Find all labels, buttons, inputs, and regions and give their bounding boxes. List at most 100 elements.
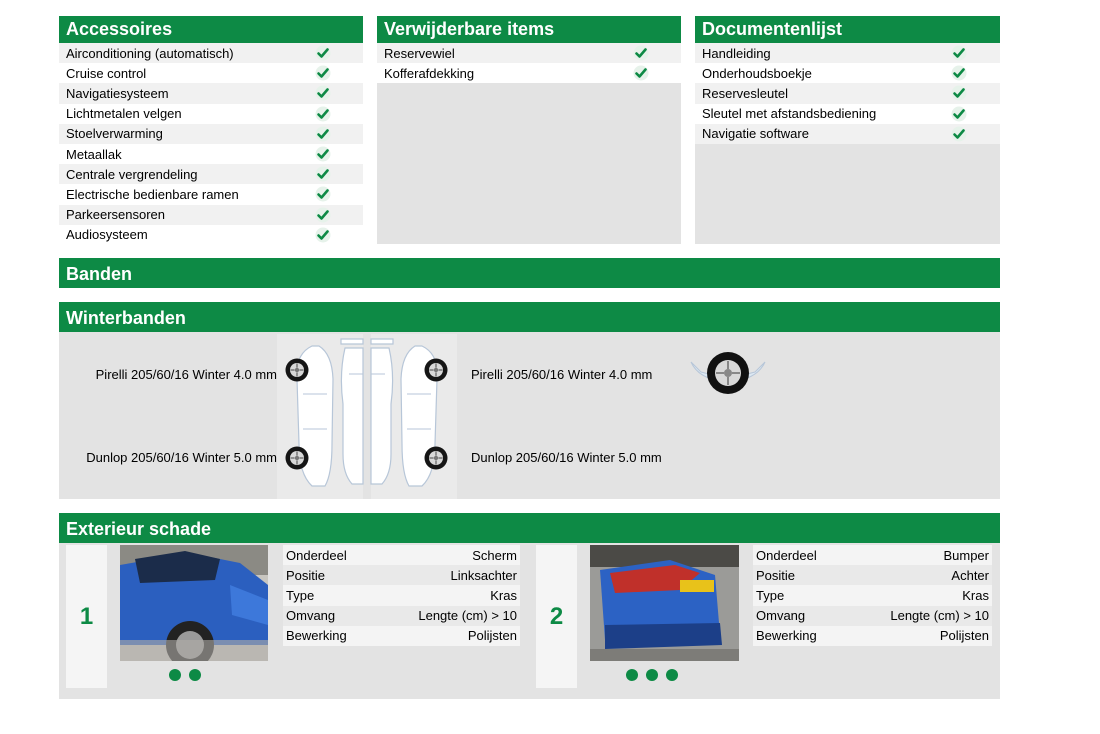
check-icon [315, 126, 331, 142]
item-label: Handleiding [702, 45, 771, 61]
row-label: Type [756, 587, 785, 603]
table-row: Positie Linksachter [283, 565, 520, 586]
item-label: Navigatiesysteem [66, 85, 169, 101]
damage-details: Onderdeel Scherm Positie Linksachter Type K… [283, 545, 520, 646]
documenten-list: Handleiding Onderhoudsboekje Reservesleu… [695, 43, 1000, 244]
spare-wheel-icon [689, 350, 767, 396]
row-label: Omvang [756, 608, 806, 624]
list-item: Airconditioning (automatisch) [59, 43, 363, 64]
row-value: Achter [951, 567, 989, 583]
accessoires-title: Accessoires [59, 16, 363, 43]
photo-dot[interactable] [646, 669, 658, 681]
check-icon [951, 85, 967, 101]
check-icon [633, 45, 649, 61]
tire-front-left-label: Pirelli 205/60/16 Winter 4.0 mm [95, 367, 277, 382]
item-label: Stoelverwarming [66, 126, 163, 142]
list-item: Kofferafdekking [377, 63, 681, 84]
accessoires-panel: Accessoires Airconditioning (automatisch… [59, 16, 363, 245]
winterbanden-title: Winterbanden [59, 302, 1000, 332]
table-row: Type Kras [283, 585, 520, 606]
row-label: Bewerking [756, 628, 817, 644]
list-item: Navigatiesysteem [59, 83, 363, 104]
table-row: Bewerking Polijsten [283, 625, 520, 646]
damage-photo[interactable] [120, 545, 268, 661]
winterbanden-panel: Winterbanden Pirelli 205/60/16 Winter 4.… [59, 302, 1000, 499]
check-icon [633, 65, 649, 81]
accessoires-list: Airconditioning (automatisch) Cruise con… [59, 43, 363, 245]
list-item: Navigatie software [695, 123, 1000, 144]
exterieur-body: 1 Onderdeel Scherm Positie Linksachter Typ… [59, 543, 1000, 699]
table-row: Omvang Lengte (cm) > 10 [283, 605, 520, 626]
list-item: Parkeersensoren [59, 204, 363, 225]
exterieur-panel: Exterieur schade 1 Onderdeel Scherm Posit… [59, 513, 1000, 699]
check-icon [951, 106, 967, 122]
photo-dot[interactable] [666, 669, 678, 681]
table-row: Bewerking Polijsten [753, 625, 992, 646]
list-item: Stoelverwarming [59, 123, 363, 144]
check-icon [315, 106, 331, 122]
documenten-title: Documentenlijst [695, 16, 1000, 43]
list-item: Sleutel met afstandsbediening [695, 103, 1000, 124]
item-label: Kofferafdekking [384, 65, 475, 81]
check-icon [951, 45, 967, 61]
table-row: Type Kras [753, 585, 992, 606]
list-item: Lichtmetalen velgen [59, 103, 363, 124]
damage-photo[interactable] [590, 545, 739, 661]
item-label: Navigatie software [702, 126, 809, 142]
list-item: Metaallak [59, 143, 363, 165]
row-value: Linksachter [450, 567, 517, 583]
row-value: Lengte (cm) > 10 [418, 608, 517, 624]
row-label: Type [286, 587, 315, 603]
row-value: Lengte (cm) > 10 [890, 608, 989, 624]
documenten-panel: Documentenlijst Handleiding Onderhoudsbo… [695, 16, 1000, 244]
photo-dot[interactable] [169, 669, 181, 681]
row-value: Kras [962, 587, 989, 603]
list-item: Electrische bedienbare ramen [59, 184, 363, 205]
row-label: Omvang [286, 608, 336, 624]
damage-details: Onderdeel Bumper Positie Achter Type Kras O… [753, 545, 992, 646]
row-label: Onderdeel [756, 547, 817, 563]
table-row: Positie Achter [753, 565, 992, 586]
item-label: Reservewiel [384, 45, 455, 61]
check-icon [315, 166, 331, 182]
item-label: Audiosysteem [66, 227, 148, 243]
list-item: Centrale vergrendeling [59, 164, 363, 185]
tire-rear-left-label: Dunlop 205/60/16 Winter 5.0 mm [86, 450, 277, 465]
exterieur-title: Exterieur schade [59, 513, 1000, 543]
check-icon [315, 207, 331, 223]
check-icon [951, 65, 967, 81]
photo-dot[interactable] [626, 669, 638, 681]
check-icon [315, 227, 331, 243]
row-label: Positie [286, 567, 326, 583]
verwijderbare-list: Reservewiel Kofferafdekking [377, 43, 681, 244]
row-value: Bumper [943, 547, 989, 563]
item-label: Cruise control [66, 65, 147, 81]
wheel-icon [285, 358, 309, 382]
tire-front-right-label: Pirelli 205/60/16 Winter 4.0 mm [471, 367, 653, 382]
check-icon [315, 65, 331, 81]
list-item: Handleiding [695, 43, 1000, 64]
row-value: Polijsten [939, 628, 989, 644]
item-label: Metaallak [66, 146, 122, 162]
row-label: Onderdeel [286, 547, 347, 563]
banden-title: Banden [59, 258, 1000, 288]
wheel-icon [424, 446, 448, 470]
row-value: Scherm [472, 547, 517, 563]
row-value: Polijsten [467, 628, 517, 644]
item-label: Onderhoudsboekje [702, 65, 812, 81]
item-label: Parkeersensoren [66, 207, 165, 223]
banden-panel: Banden [59, 258, 1000, 288]
item-label: Centrale vergrendeling [66, 166, 198, 182]
verwijderbare-panel: Verwijderbare items Reservewiel Kofferaf… [377, 16, 681, 244]
verwijderbare-title: Verwijderbare items [377, 16, 681, 43]
wheel-icon [285, 446, 309, 470]
photo-dot[interactable] [189, 669, 201, 681]
list-item: Cruise control [59, 63, 363, 84]
damage-number: 2 [536, 545, 577, 688]
item-label: Reservesleutel [702, 85, 788, 101]
row-label: Positie [756, 567, 796, 583]
table-row: Onderdeel Scherm [283, 545, 520, 566]
table-row: Onderdeel Bumper [753, 545, 992, 566]
row-label: Bewerking [286, 628, 347, 644]
table-row: Omvang Lengte (cm) > 10 [753, 605, 992, 626]
